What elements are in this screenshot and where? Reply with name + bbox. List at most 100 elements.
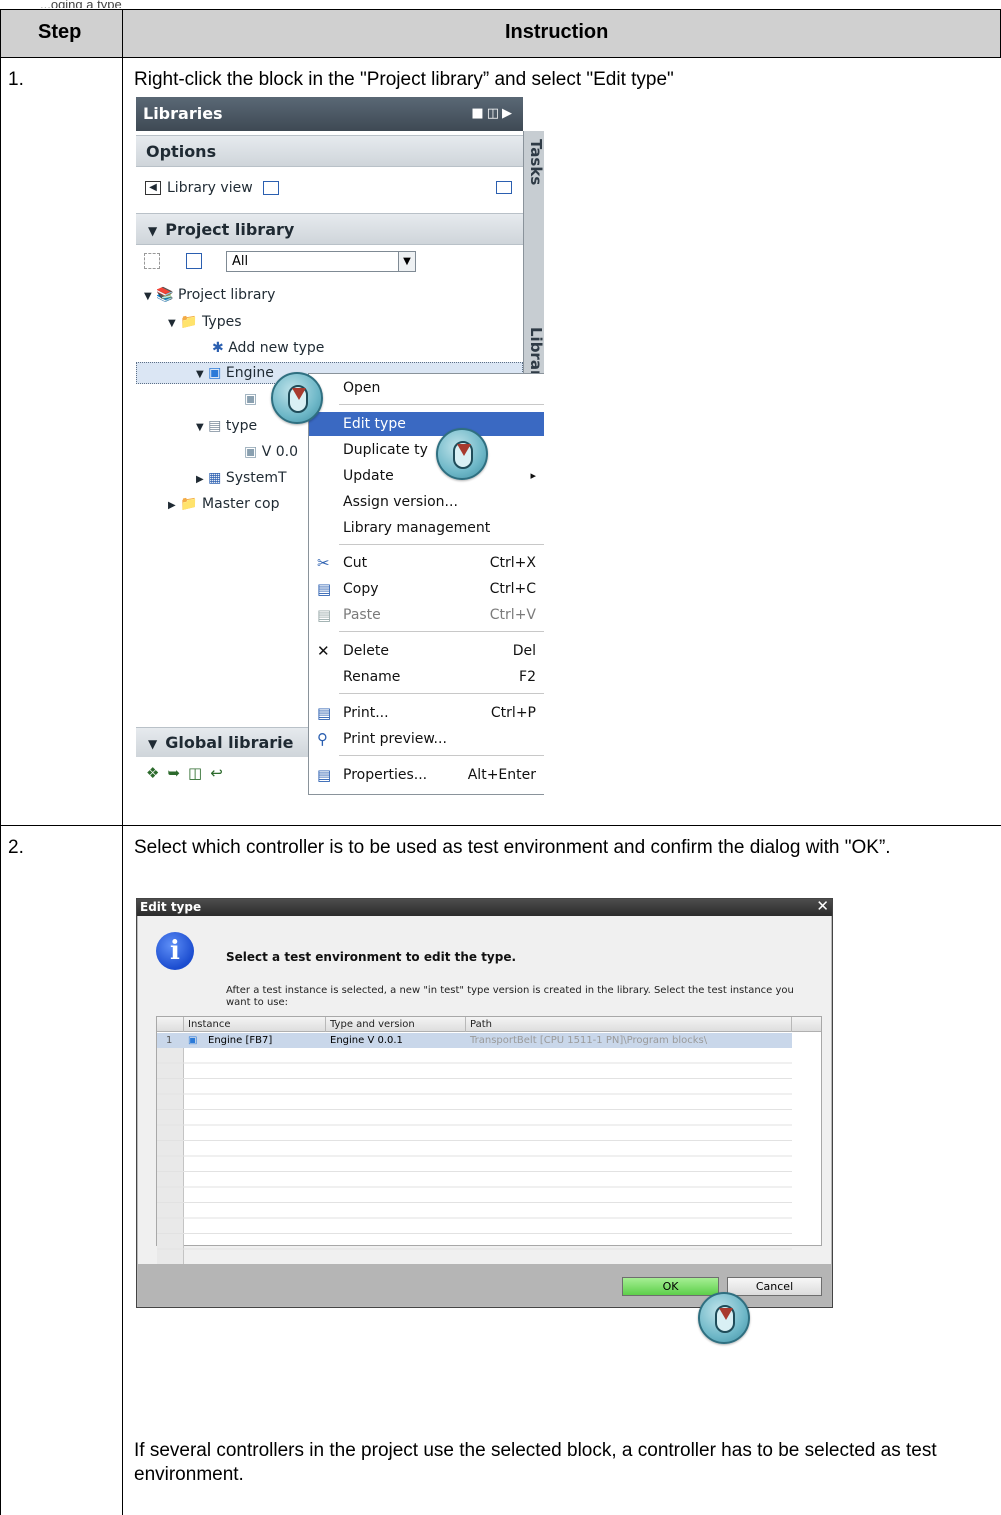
menu-item-print[interactable]: ▤ Print... Ctrl+P xyxy=(309,701,544,725)
filter-select[interactable]: All ▼ xyxy=(226,251,416,272)
ok-button[interactable]: OK xyxy=(622,1277,719,1296)
libraries-title: Libraries xyxy=(143,104,223,123)
chevron-down-icon[interactable]: ▼ xyxy=(148,737,157,751)
tasks-tab-label: Tasks xyxy=(527,139,544,186)
menu-item-update[interactable]: Update ▸ xyxy=(309,464,544,488)
chevron-down-icon[interactable]: ▼ xyxy=(398,252,415,271)
menu-item-copy[interactable]: ▤ Copy Ctrl+C xyxy=(309,577,544,601)
dialog-heading: Select a test environment to edit the ty… xyxy=(226,950,517,964)
global-libraries-header[interactable]: ▼ Global librarie xyxy=(136,727,311,757)
menu-item-library-management[interactable]: Library management xyxy=(309,516,544,540)
dialog-title-bar: Edit type ✕ xyxy=(137,898,832,916)
instruction-2: Select which controller is to be used as… xyxy=(134,837,891,858)
cancel-button[interactable]: Cancel xyxy=(727,1277,822,1296)
click-cursor-icon xyxy=(698,1292,750,1344)
expand-arrow-icon[interactable]: ▼ xyxy=(196,369,204,380)
tree-label: Add new type xyxy=(228,340,325,356)
column-path[interactable]: Path xyxy=(466,1017,792,1032)
expand-arrow-icon[interactable]: ▶ xyxy=(168,500,176,511)
chevron-down-icon[interactable]: ▼ xyxy=(148,224,157,238)
library-view-toggle-icon[interactable] xyxy=(263,181,280,195)
project-library-header-label: Project library xyxy=(165,220,295,239)
menu-item-paste[interactable]: ▤ Paste Ctrl+V xyxy=(309,603,544,627)
new-folder-icon[interactable] xyxy=(144,253,160,269)
version-icon: ▣ xyxy=(244,444,258,460)
new-library-icon[interactable]: ❖ xyxy=(146,764,167,782)
expand-arrow-icon[interactable]: ▼ xyxy=(196,422,204,433)
project-library-header[interactable]: ▼ Project library xyxy=(136,213,523,245)
menu-item-cut[interactable]: ✂ Cut Ctrl+X xyxy=(309,551,544,575)
tree-item-type[interactable]: ▼ ▤ type xyxy=(196,415,257,437)
row-type-version: Engine V 0.0.1 xyxy=(330,1035,403,1046)
context-menu: Open Edit type Duplicate ty Update ▸ Assi… xyxy=(308,373,544,795)
empty-grid-rows xyxy=(157,1048,792,1266)
menu-separator xyxy=(339,544,544,545)
row-number: 1 xyxy=(166,1035,173,1046)
step-number-2: 2. xyxy=(8,837,24,858)
menu-item-edit-type[interactable]: Edit type xyxy=(309,412,544,436)
library-view-row[interactable]: ◀ Library view xyxy=(136,168,523,208)
tree-item-add-new-type[interactable]: ✱ Add new type xyxy=(212,337,324,359)
column-divider xyxy=(122,9,123,1515)
tree-item-version-2[interactable]: ▣ V 0.0 xyxy=(244,441,298,463)
version-icon: ▣ xyxy=(244,391,258,407)
menu-item-properties[interactable]: ▤ Properties... Alt+Enter xyxy=(309,763,544,787)
menu-item-rename[interactable]: Rename F2 xyxy=(309,665,544,689)
print-icon: ▤ xyxy=(317,704,332,722)
delete-icon: ✕ xyxy=(317,642,330,660)
tree-item-project-library[interactable]: ▼ 📚 Project library xyxy=(144,284,275,306)
split-icon[interactable]: ◫ xyxy=(487,106,502,121)
tree-item-master-copies[interactable]: ▶ 📁 Master cop xyxy=(168,493,279,515)
menu-item-open[interactable]: Open xyxy=(309,376,544,400)
tree-item-engine[interactable]: ▼ ▣ Engine xyxy=(196,362,274,384)
column-instance[interactable]: Instance xyxy=(184,1017,326,1032)
expand-arrow-icon[interactable]: ▼ xyxy=(168,318,176,329)
table-row[interactable]: 1 ▣ Engine [FB7] Engine V 0.0.1 Transpor… xyxy=(157,1033,792,1048)
step-number-1: 1. xyxy=(8,69,24,90)
library-view-icon[interactable]: ◀ xyxy=(145,181,161,195)
tree-label: Engine xyxy=(225,365,274,381)
tree-item-system[interactable]: ▶ ▦ SystemT xyxy=(196,467,287,489)
column-type-version[interactable]: Type and version xyxy=(326,1017,466,1032)
grid-corner xyxy=(157,1017,184,1032)
open-library-icon[interactable]: ➥ xyxy=(167,764,188,782)
paste-icon: ▤ xyxy=(317,606,332,624)
menu-item-duplicate-type[interactable]: Duplicate ty xyxy=(309,438,544,462)
title-bar-icons[interactable]: ■◫▶ xyxy=(471,97,515,131)
panel-toggle-icon[interactable] xyxy=(496,181,512,194)
collapse-arrow-icon[interactable]: ▶ xyxy=(502,106,515,121)
function-block-icon: ▣ xyxy=(208,365,222,381)
tree-item-version[interactable]: ▣ xyxy=(244,388,257,410)
header-instruction: Instruction xyxy=(505,21,609,43)
tab-tasks[interactable]: Tasks xyxy=(527,139,544,185)
dialog-description: After a test instance is selected, a new… xyxy=(226,985,794,1008)
document-page: ...oging a type Step Instruction 1. Righ… xyxy=(0,0,1001,1515)
properties-icon: ▤ xyxy=(317,766,332,784)
menu-item-assign-version[interactable]: Assign version... xyxy=(309,490,544,514)
options-bar[interactable]: Options xyxy=(136,135,523,167)
menu-separator xyxy=(339,755,544,756)
menu-item-delete[interactable]: ✕ Delete Del xyxy=(309,639,544,663)
tree-label: Types xyxy=(202,314,242,330)
row-path: TransportBelt [CPU 1511-1 PN]\Program bl… xyxy=(470,1035,708,1046)
menu-item-print-preview[interactable]: ⚲ Print preview... xyxy=(309,727,544,751)
menu-separator xyxy=(339,693,544,694)
expand-arrow-icon[interactable]: ▼ xyxy=(144,291,152,302)
expand-arrow-icon[interactable]: ▶ xyxy=(196,474,204,485)
dialog-body: i Select a test environment to edit the … xyxy=(138,916,831,1266)
tree-item-types[interactable]: ▼ 📁 Types xyxy=(168,311,242,333)
filter-toolbar: All ▼ xyxy=(136,247,523,277)
list-view-icon[interactable] xyxy=(186,253,202,269)
filter-value: All xyxy=(232,254,249,269)
cut-off-heading: ...oging a type xyxy=(40,0,122,8)
restore-icon[interactable]: ■ xyxy=(471,106,486,121)
dialog-title: Edit type xyxy=(140,900,202,914)
save-library-icon[interactable]: ◫ xyxy=(188,764,210,782)
library-book-icon: 📚 xyxy=(156,287,174,303)
types-folder-icon: 📁 xyxy=(180,314,198,330)
close-icon[interactable]: ✕ xyxy=(816,898,829,915)
menu-separator xyxy=(339,631,544,632)
instruction-2-note: If several controllers in the project us… xyxy=(134,1440,937,1485)
close-library-icon[interactable]: ↩ xyxy=(210,764,231,782)
global-libraries-toolbar: ❖➥◫↩ xyxy=(136,759,311,789)
